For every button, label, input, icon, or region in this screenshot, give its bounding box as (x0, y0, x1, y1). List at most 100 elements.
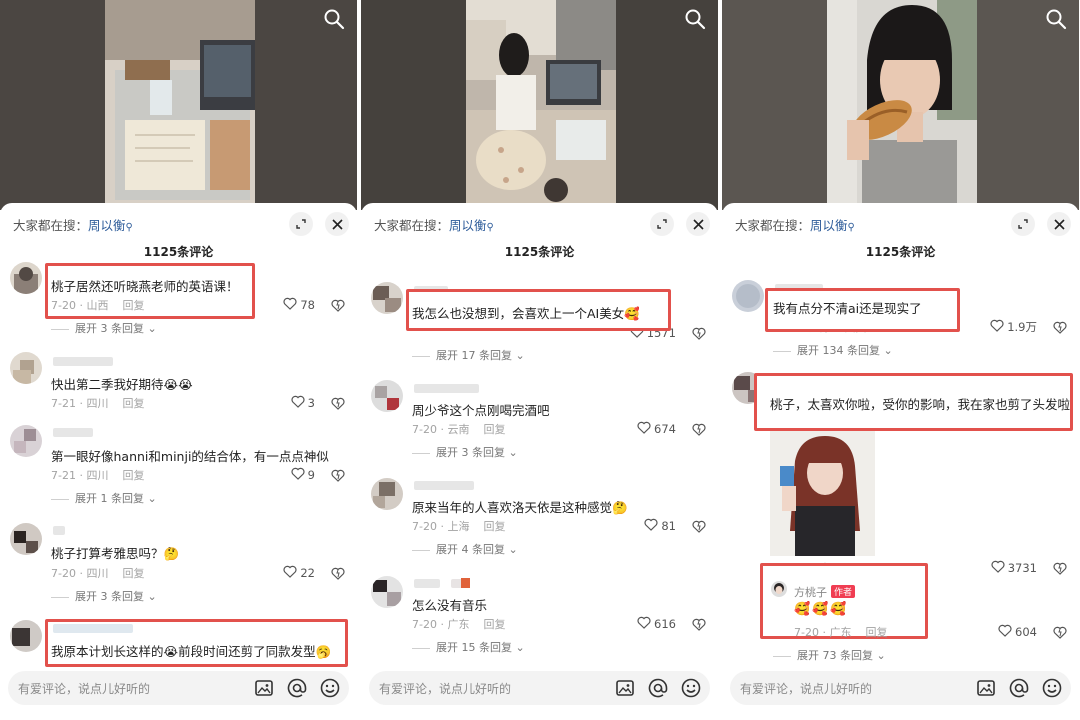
expand-icon[interactable] (650, 212, 674, 236)
dislike-icon[interactable] (1053, 624, 1067, 643)
dislike-icon[interactable] (331, 297, 345, 316)
like-button[interactable]: 9 (291, 467, 315, 483)
search-icon: ⚲ (847, 222, 855, 233)
emoji-icon[interactable] (1041, 677, 1063, 699)
like-count: 3 (307, 396, 315, 410)
reply-button[interactable]: 回复 (483, 618, 505, 631)
expand-replies[interactable]: 展开 73 条回复 ⌄ (773, 647, 886, 663)
close-icon[interactable] (325, 212, 349, 236)
search-icon[interactable] (1045, 8, 1067, 30)
username (414, 579, 440, 588)
chevron-down-icon: ⌄ (144, 590, 157, 603)
avatar[interactable] (10, 620, 42, 652)
expand-replies[interactable]: 展开 1 条回复 ⌄ (51, 490, 157, 506)
dislike-icon[interactable] (1053, 319, 1067, 338)
emoji-icon[interactable] (680, 677, 702, 699)
comment-input[interactable]: 有爱评论，说点儿好听的 (8, 671, 349, 705)
reply-button[interactable]: 回复 (865, 626, 887, 639)
comment-date: 7-20 (412, 423, 437, 436)
reply-button[interactable]: 回复 (483, 520, 505, 533)
reply-button[interactable]: 回复 (483, 423, 505, 436)
reply-button[interactable]: 回复 (122, 567, 144, 580)
avatar[interactable] (10, 523, 42, 555)
image-icon[interactable] (975, 677, 997, 699)
emoji-icon[interactable] (319, 677, 341, 699)
trending-search[interactable]: 大家都在搜：周以衡⚲ (13, 215, 133, 234)
expand-replies[interactable]: 展开 3 条回复 ⌄ (51, 588, 157, 604)
expand-icon[interactable] (289, 212, 313, 236)
like-button[interactable]: 1.9万 (990, 319, 1037, 335)
at-icon[interactable] (286, 677, 308, 699)
like-button[interactable]: 616 (637, 616, 676, 632)
comment-count: 1125条评论 (504, 245, 575, 259)
expand-replies[interactable]: 展开 3 条回复 ⌄ (412, 444, 518, 460)
image-icon[interactable] (614, 677, 636, 699)
dislike-icon[interactable] (331, 467, 345, 486)
trending-search[interactable]: 大家都在搜：周以衡⚲ (735, 215, 855, 234)
like-button[interactable]: 674 (637, 421, 676, 437)
panel-2: 大家都在搜：周以衡⚲ 1125条评论 我怎么也没想到，会喜欢上一个AI美女🥰 1… (361, 0, 718, 720)
like-count: 78 (300, 298, 315, 312)
dislike-icon[interactable] (692, 325, 706, 344)
expand-icon[interactable] (1011, 212, 1035, 236)
expand-replies[interactable]: 展开 4 条回复 ⌄ (412, 541, 518, 557)
avatar[interactable] (771, 581, 787, 597)
trending-keyword[interactable]: 周以衡 (88, 218, 126, 233)
like-button[interactable]: 22 (283, 565, 315, 581)
avatar[interactable] (10, 262, 42, 294)
trending-search[interactable]: 大家都在搜：周以衡⚲ (374, 215, 494, 234)
close-icon[interactable] (1047, 212, 1071, 236)
comment-date: 7-20 (51, 567, 76, 580)
video-frame-desk[interactable] (105, 0, 255, 205)
image-icon[interactable] (253, 677, 275, 699)
like-button[interactable]: 604 (998, 624, 1037, 640)
expand-replies[interactable]: 展开 134 条回复 ⌄ (773, 342, 893, 358)
reply-button[interactable]: 回复 (122, 469, 144, 482)
trending-keyword[interactable]: 周以衡 (810, 218, 848, 233)
avatar[interactable] (371, 576, 403, 608)
panel-1: 大家都在搜：周以衡⚲ 1125条评论 桃子居然还听晓燕老师的英语课！ 7-20 … (0, 0, 357, 720)
comment-input[interactable]: 有爱评论，说点儿好听的 (369, 671, 710, 705)
expand-replies[interactable]: 展开 15 条回复 ⌄ (412, 639, 525, 655)
comment-input[interactable]: 有爱评论，说点儿好听的 (730, 671, 1071, 705)
dislike-icon[interactable] (692, 616, 706, 635)
video-frame-croissant-girl[interactable] (827, 0, 977, 205)
dislike-icon[interactable] (331, 395, 345, 414)
comment-meta: 7-20 · 广东 回复 (412, 618, 506, 631)
chevron-down-icon: ⌄ (144, 322, 157, 335)
dislike-icon[interactable] (331, 565, 345, 584)
avatar[interactable] (732, 280, 764, 312)
at-icon[interactable] (1008, 677, 1030, 699)
avatar[interactable] (371, 478, 403, 510)
dislike-icon[interactable] (1053, 560, 1067, 579)
search-icon[interactable] (323, 8, 345, 30)
at-icon[interactable] (647, 677, 669, 699)
like-button[interactable]: 78 (283, 297, 315, 313)
expand-replies[interactable]: 展开 3 条回复 ⌄ (51, 320, 157, 336)
chevron-down-icon: ⌄ (512, 349, 525, 362)
expand-replies-label: 展开 4 条回复 (436, 543, 505, 556)
dislike-icon[interactable] (692, 518, 706, 537)
comment-image[interactable] (770, 431, 875, 556)
expand-replies[interactable]: 展开 17 条回复 ⌄ (412, 347, 525, 363)
avatar[interactable] (371, 282, 403, 314)
close-icon[interactable] (686, 212, 710, 236)
avatar[interactable] (371, 380, 403, 412)
dislike-icon[interactable] (692, 421, 706, 440)
comment-text-highlighted: 我怎么也没想到，会喜欢上一个AI美女🥰 (412, 306, 640, 321)
avatar[interactable] (10, 352, 42, 384)
trending-keyword[interactable]: 周以衡 (449, 218, 487, 233)
like-button[interactable]: 3 (291, 395, 315, 411)
comment-meta: 7-21 · 四川 回复 (51, 469, 145, 482)
chevron-down-icon: ⌄ (512, 641, 525, 654)
video-frame-laptop-girl[interactable] (466, 0, 616, 205)
comment-count: 1125条评论 (865, 245, 936, 259)
avatar[interactable] (10, 425, 42, 457)
search-icon[interactable] (684, 8, 706, 30)
like-button[interactable]: 3731 (991, 560, 1037, 576)
trending-label: 大家都在搜： (13, 218, 89, 233)
comment-input-placeholder: 有爱评论，说点儿好听的 (740, 682, 873, 696)
heart-icon (291, 395, 305, 411)
reply-button[interactable]: 回复 (122, 397, 144, 410)
like-button[interactable]: 81 (644, 518, 676, 534)
